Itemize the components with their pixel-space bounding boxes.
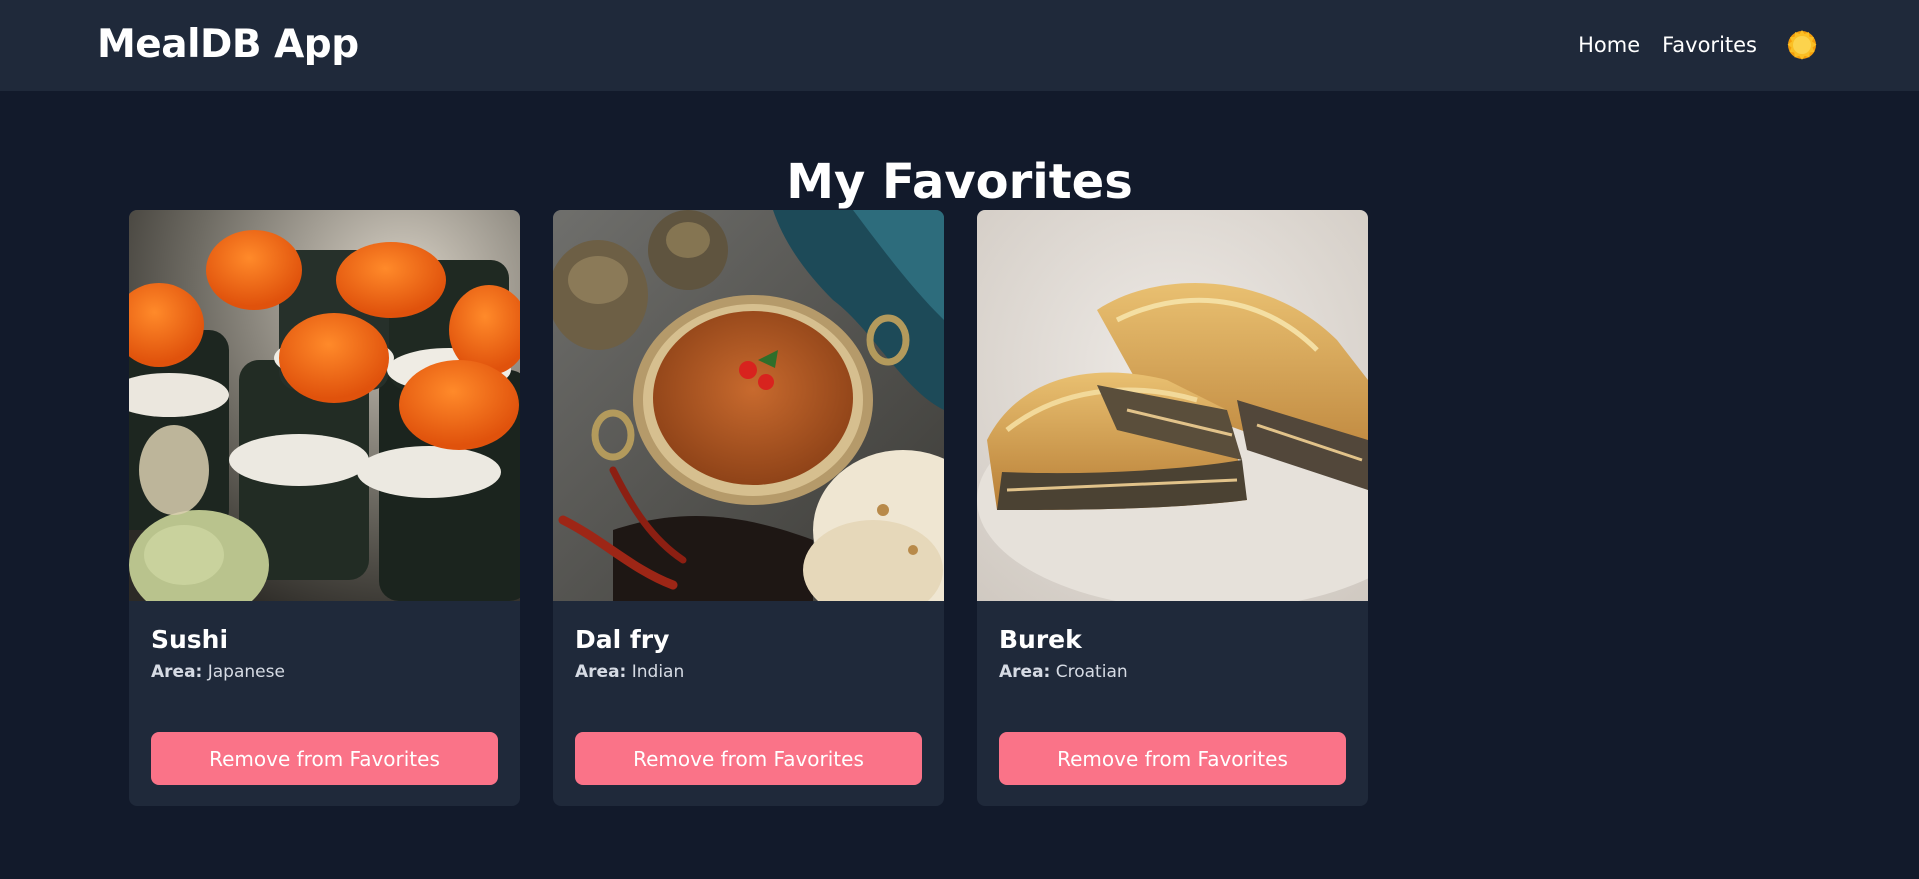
meal-image-dal-fry[interactable]	[553, 210, 944, 601]
nav-links: Home Favorites	[1578, 28, 1819, 62]
meal-image-sushi[interactable]	[129, 210, 520, 601]
top-navbar: MealDB App Home Favorites	[0, 0, 1919, 91]
area-label: Area:	[151, 662, 203, 682]
area-label: Area:	[999, 662, 1051, 682]
page-title: My Favorites	[786, 154, 1133, 211]
remove-from-favorites-button[interactable]: Remove from Favorites	[151, 732, 498, 785]
meal-name: Burek	[999, 625, 1082, 654]
sun-icon	[1787, 30, 1817, 60]
meal-name: Dal fry	[575, 625, 670, 654]
remove-from-favorites-button[interactable]: Remove from Favorites	[999, 732, 1346, 785]
nav-favorites-link[interactable]: Favorites	[1662, 33, 1757, 57]
favorite-card: Sushi Area: Japanese Remove from Favorit…	[129, 210, 520, 806]
meal-area: Area: Indian	[575, 662, 922, 682]
meal-name: Sushi	[151, 625, 229, 654]
meal-area: Area: Croatian	[999, 662, 1346, 682]
area-label: Area:	[575, 662, 627, 682]
area-value: Japanese	[207, 662, 285, 682]
meal-area: Area: Japanese	[151, 662, 498, 682]
area-value: Indian	[631, 662, 685, 682]
area-value: Croatian	[1055, 662, 1128, 682]
favorite-card: Dal fry Area: Indian Remove from Favorit…	[553, 210, 944, 806]
brand-logo-text[interactable]: MealDB App	[97, 22, 359, 67]
meal-image-burek[interactable]	[977, 210, 1368, 601]
favorite-card: Burek Area: Croatian Remove from Favorit…	[977, 210, 1368, 806]
theme-toggle-button[interactable]	[1785, 28, 1819, 62]
remove-from-favorites-button[interactable]: Remove from Favorites	[575, 732, 922, 785]
nav-home-link[interactable]: Home	[1578, 33, 1640, 57]
